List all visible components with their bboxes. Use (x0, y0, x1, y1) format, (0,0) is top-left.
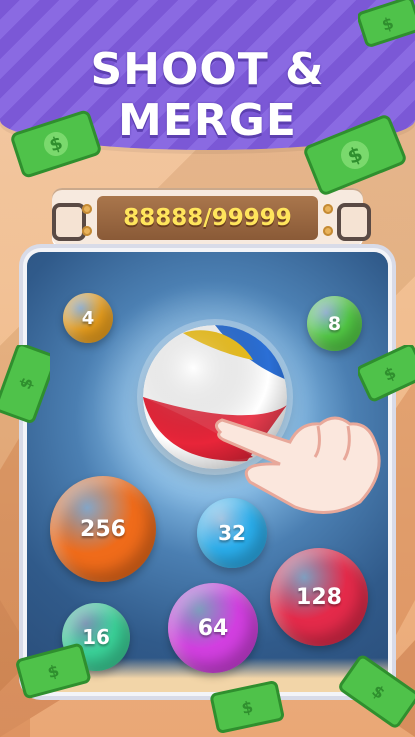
dollar-bill-icon: $ (339, 655, 415, 728)
score-rivet (323, 226, 333, 236)
dollar-bill-icon: $ (0, 345, 50, 423)
dollar-bill-icon: $ (304, 115, 406, 195)
pointing-hand-icon (215, 416, 381, 514)
number-ball[interactable]: 64 (168, 583, 258, 673)
number-ball[interactable]: 4 (63, 293, 113, 343)
score-rivet (82, 204, 92, 214)
dollar-bill-icon: $ (16, 643, 91, 699)
dollar-bill-icon: $ (358, 345, 415, 402)
score-counter: 88888/99999 (97, 196, 318, 240)
dollar-bill-icon: $ (210, 680, 285, 733)
score-hook-left (52, 203, 86, 241)
dollar-bill-icon: $ (11, 110, 101, 178)
number-ball[interactable]: 8 (307, 296, 362, 351)
number-ball[interactable]: 256 (50, 476, 156, 582)
score-rivet (82, 226, 92, 236)
score-rivet (323, 204, 333, 214)
score-hook-right (337, 203, 371, 241)
dollar-bill-icon: $ (358, 0, 415, 47)
number-ball[interactable]: 128 (270, 548, 368, 646)
